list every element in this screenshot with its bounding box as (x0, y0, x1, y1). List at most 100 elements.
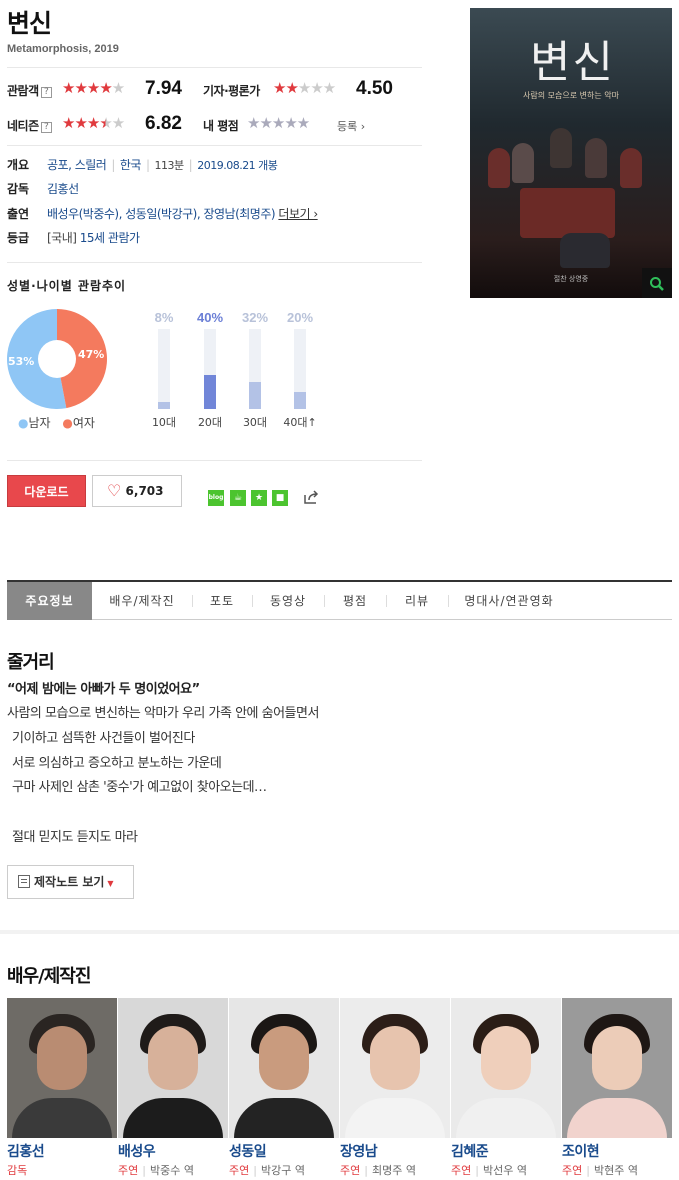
cast-heading: 배우/제작진 (7, 966, 91, 987)
more-cast-link[interactable]: 더보기 › (278, 207, 318, 221)
grade-label: 등급 (7, 231, 30, 245)
divider (7, 460, 422, 461)
trend-title: 성별·나이별 관람추이 (7, 279, 127, 293)
cast-role-line: 주연 | 박중수 역 (118, 1162, 228, 1178)
synopsis-line: 구마 사제인 삼촌 '중수'가 예고없이 찾아오는데… (12, 780, 267, 795)
age-pct: 20% (286, 310, 314, 325)
photo-face (148, 1026, 198, 1090)
pie-hole (38, 340, 76, 378)
overview-label: 개요 (7, 158, 30, 172)
my-rating-stars[interactable]: ★★★★★ (247, 114, 310, 132)
cast-character: 최명주 역 (371, 1164, 416, 1177)
cast-card[interactable]: 김혜준 주연 | 박선우 역 (451, 998, 561, 1178)
cast-card[interactable]: 장영남 주연 | 최명주 역 (340, 998, 450, 1178)
document-icon (18, 875, 30, 888)
tab-video[interactable]: 동영상 (252, 582, 324, 620)
production-note-button[interactable]: 제작노트 보기 ▼ (7, 865, 134, 899)
photo-body (345, 1098, 445, 1138)
age-bar (294, 392, 306, 409)
female-dot: ● (62, 416, 73, 430)
cast-card[interactable]: 성동일 주연 | 박강구 역 (229, 998, 339, 1178)
cast-photo[interactable] (451, 998, 561, 1138)
me2day-icon[interactable]: ■ (272, 490, 288, 506)
heart-icon: ♡ (107, 481, 122, 500)
age-pct: 32% (241, 310, 269, 325)
divider (7, 145, 422, 146)
cast-card[interactable]: 김홍선 감독 (7, 998, 117, 1178)
cast-name[interactable]: 장영남 (340, 1141, 450, 1161)
photo-face (481, 1026, 531, 1090)
grade-link[interactable]: 15세 관람가 (80, 231, 140, 245)
like-count: 6,703 (125, 484, 164, 498)
movie-subtitle: Metamorphosis, 2019 (7, 43, 119, 55)
cast-card[interactable]: 조이현 주연 | 박현주 역 (562, 998, 672, 1178)
cast-name[interactable]: 조이현 (562, 1141, 672, 1161)
cast-role-line: 주연 | 박현주 역 (562, 1162, 672, 1178)
movie-poster[interactable]: 변신 사람의 모습으로 변하는 악마 절찬 상영중 (470, 8, 672, 298)
age-pct: 40% (196, 310, 224, 325)
blog-icon[interactable]: blog (208, 490, 224, 506)
divider (7, 262, 422, 263)
grade-values: [국내] 15세 관람가 (47, 231, 140, 245)
male-label: 남자 (28, 416, 51, 430)
cafe-icon[interactable]: ☕ (230, 490, 246, 506)
register-rating-link[interactable]: 등록 › (337, 118, 365, 134)
cast-role-line: 주연 | 박강구 역 (229, 1162, 339, 1178)
cast-name[interactable]: 성동일 (229, 1141, 339, 1161)
cast-role: 주연 (118, 1164, 139, 1177)
netizen-rating-label: 네티즌? (7, 117, 52, 134)
photo-body (12, 1098, 112, 1138)
movie-title: 변신 (7, 9, 52, 38)
poster-title: 변신 (530, 37, 615, 88)
poster-tagline: 사람의 모습으로 변하는 악마 (523, 91, 619, 100)
cast-photo[interactable] (229, 998, 339, 1138)
country-link[interactable]: 한국 (120, 158, 142, 172)
release-link[interactable]: 2019.08.21 개봉 (197, 159, 278, 172)
cast-photo[interactable] (340, 998, 450, 1138)
share-icon[interactable] (302, 488, 320, 510)
director-link[interactable]: 김홍선 (47, 180, 79, 197)
tab-photo[interactable]: 포토 (192, 582, 252, 620)
genre-link[interactable]: 공포, 스릴러 (47, 158, 107, 172)
poster-table (520, 188, 615, 238)
photo-body (234, 1098, 334, 1138)
photo-body (567, 1098, 667, 1138)
photo-face (259, 1026, 309, 1090)
tab-main-info[interactable]: 주요정보 (7, 582, 92, 620)
cast-name[interactable]: 김혜준 (451, 1141, 561, 1161)
my-rating-label: 내 평점 (203, 119, 239, 133)
divider (7, 67, 422, 68)
photo-face (37, 1026, 87, 1090)
download-button[interactable]: 다운로드 (7, 475, 86, 507)
tab-cast-crew[interactable]: 배우/제작진 (92, 582, 192, 620)
male-pct: 53% (8, 355, 35, 368)
help-icon[interactable]: ? (40, 122, 52, 133)
tab-rating[interactable]: 평점 (324, 582, 386, 620)
like-button[interactable]: ♡ 6,703 (92, 475, 182, 507)
age-bar-track (249, 329, 261, 409)
cast-role-line: 주연 | 최명주 역 (340, 1162, 450, 1178)
cast-photo[interactable] (562, 998, 672, 1138)
cast-photo[interactable] (7, 998, 117, 1138)
gender-pie-chart: 53% 47% (7, 309, 108, 409)
poster-figure (620, 148, 642, 188)
synopsis-quote: “어제 밤에는 아빠가 두 명이었어요” (7, 682, 200, 697)
help-icon[interactable]: ? (40, 87, 52, 98)
tab-review[interactable]: 리뷰 (386, 582, 448, 620)
favorite-icon[interactable]: ★ (251, 490, 267, 506)
cast-card[interactable]: 배성우 주연 | 박중수 역 (118, 998, 228, 1178)
age-label: 20대 (197, 416, 223, 429)
cast-name[interactable]: 김홍선 (7, 1141, 117, 1161)
cast-photo[interactable] (118, 998, 228, 1138)
poster-figure (512, 143, 534, 183)
search-icon[interactable] (642, 268, 672, 298)
cast-name[interactable]: 배성우 (118, 1141, 228, 1161)
female-pct: 47% (78, 348, 105, 361)
cast-link[interactable]: 배성우(박중수), 성동일(박강구), 장영남(최명주) (47, 207, 276, 221)
netizen-score: 6.82 (145, 113, 182, 134)
critic-stars: ★★★★★ (273, 79, 336, 97)
poster-figure (585, 138, 607, 178)
poster-figure (560, 233, 610, 268)
tab-quotes-related[interactable]: 명대사/연관영화 (448, 582, 570, 620)
cast-role: 감독 (7, 1164, 28, 1177)
